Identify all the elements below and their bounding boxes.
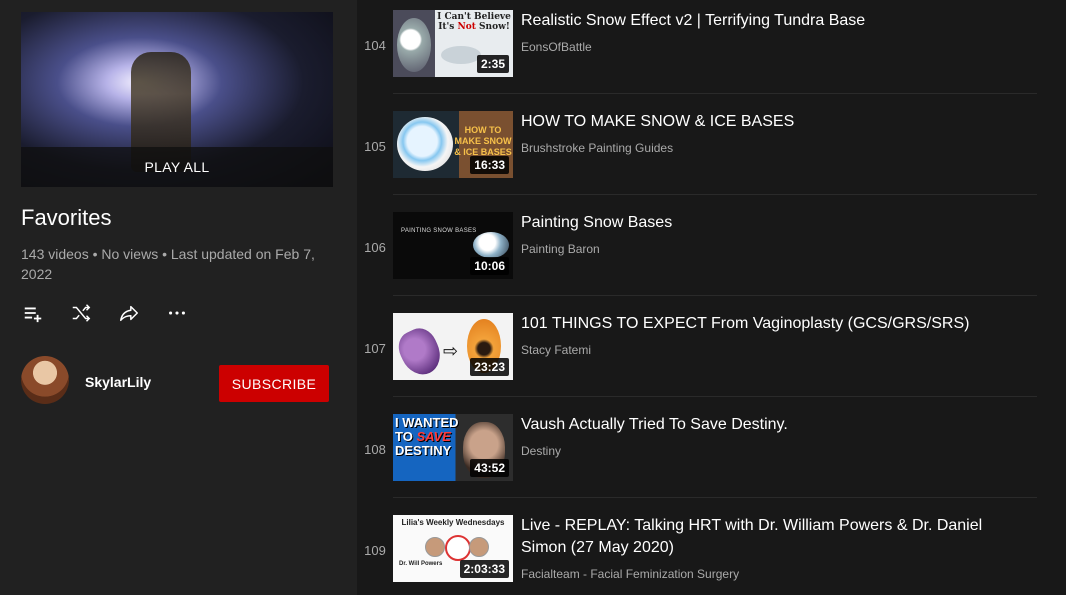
thumb-art bbox=[397, 18, 431, 72]
duration-badge: 2:35 bbox=[476, 55, 509, 73]
video-title[interactable]: Painting Snow Bases bbox=[521, 212, 1031, 234]
more-horizontal-icon[interactable] bbox=[165, 301, 189, 325]
thumb-art bbox=[441, 46, 481, 64]
video-index: 104 bbox=[364, 38, 386, 53]
channel-name[interactable]: Destiny bbox=[521, 444, 561, 458]
thumb-caption-line: I WANTED bbox=[395, 415, 459, 430]
list-item[interactable]: 108 I WANTED TO SAVE DESTINY 43:52 Vaush A… bbox=[357, 404, 1037, 505]
thumb-caption: I Can't Believe It's Not Snow! bbox=[435, 12, 513, 32]
list-item[interactable]: 104 I Can't Believe It's Not Snow! 2:35 R… bbox=[357, 0, 1037, 101]
video-thumbnail[interactable]: Lilia's Weekly Wednesdays Dr. Will Power… bbox=[393, 515, 513, 582]
video-thumbnail[interactable]: I WANTED TO SAVE DESTINY 43:52 bbox=[393, 414, 513, 481]
video-title[interactable]: Vaush Actually Tried To Save Destiny. bbox=[521, 414, 1031, 436]
thumb-art bbox=[397, 117, 453, 171]
thumb-caption-line: DESTINY bbox=[395, 443, 452, 458]
divider bbox=[393, 93, 1037, 94]
divider bbox=[393, 396, 1037, 397]
video-thumbnail[interactable]: I Can't Believe It's Not Snow! 2:35 bbox=[393, 10, 513, 77]
thumb-caption-highlight: SAVE bbox=[416, 429, 451, 444]
divider bbox=[393, 295, 1037, 296]
thumb-art bbox=[393, 323, 447, 380]
playlist-actions bbox=[21, 301, 213, 325]
avatar[interactable] bbox=[21, 356, 69, 404]
video-title[interactable]: Realistic Snow Effect v2 | Terrifying Tu… bbox=[521, 10, 1031, 32]
video-index: 108 bbox=[364, 442, 386, 457]
thumb-art bbox=[445, 535, 471, 561]
playlist-sidebar: PLAY ALL Favorites 143 videos • No views… bbox=[0, 0, 357, 595]
duration-badge: 10:06 bbox=[470, 257, 509, 275]
share-icon[interactable] bbox=[117, 301, 141, 325]
video-index: 107 bbox=[364, 341, 386, 356]
video-title[interactable]: Live - REPLAY: Talking HRT with Dr. Will… bbox=[521, 515, 1031, 559]
video-index: 106 bbox=[364, 240, 386, 255]
list-item[interactable]: 105 HOW TO MAKE SNOW & ICE BASES 16:33 H… bbox=[357, 101, 1037, 202]
channel-name[interactable]: Stacy Fatemi bbox=[521, 343, 591, 357]
list-item[interactable]: 107 ⇨ 23:23 101 THINGS TO EXPECT From Va… bbox=[357, 303, 1037, 404]
video-index: 109 bbox=[364, 543, 386, 558]
play-all-label: PLAY ALL bbox=[144, 159, 210, 175]
video-title[interactable]: HOW TO MAKE SNOW & ICE BASES bbox=[521, 111, 1031, 133]
thumb-caption-highlight: Not bbox=[457, 22, 476, 32]
duration-badge: 2:03:33 bbox=[459, 560, 509, 578]
video-index: 105 bbox=[364, 139, 386, 154]
thumb-caption: HOW TO MAKE SNOW & ICE BASES bbox=[454, 125, 512, 157]
playlist-add-icon[interactable] bbox=[21, 301, 45, 325]
shuffle-icon[interactable] bbox=[69, 301, 93, 325]
channel-name[interactable]: Painting Baron bbox=[521, 242, 600, 256]
channel-name[interactable]: Facialteam - Facial Feminization Surgery bbox=[521, 567, 739, 581]
duration-badge: 43:52 bbox=[470, 459, 509, 477]
thumb-caption-line: I Can't Believe bbox=[437, 12, 511, 22]
duration-badge: 23:23 bbox=[470, 358, 509, 376]
playlist-stats: 143 videos • No views • Last updated on … bbox=[21, 246, 315, 282]
video-thumbnail[interactable]: ⇨ 23:23 bbox=[393, 313, 513, 380]
subscribe-button[interactable]: SUBSCRIBE bbox=[219, 365, 329, 402]
playlist-owner: SkylarLily SUBSCRIBE bbox=[21, 356, 333, 408]
play-all-button[interactable]: PLAY ALL bbox=[21, 147, 333, 187]
thumb-caption: I WANTED TO SAVE DESTINY bbox=[395, 416, 467, 458]
owner-name[interactable]: SkylarLily bbox=[85, 374, 151, 390]
playlist-thumbnail[interactable]: PLAY ALL bbox=[21, 12, 333, 187]
thumb-art bbox=[425, 537, 445, 557]
playlist-video-list: 104 I Can't Believe It's Not Snow! 2:35 R… bbox=[357, 0, 1066, 595]
list-item[interactable]: 106 PAINTING SNOW BASES 10:06 Painting S… bbox=[357, 202, 1037, 303]
thumb-caption-line: TO bbox=[395, 429, 417, 444]
channel-name[interactable]: Brushstroke Painting Guides bbox=[521, 141, 673, 155]
channel-name[interactable]: EonsOfBattle bbox=[521, 40, 592, 54]
list-item[interactable]: 109 Lilia's Weekly Wednesdays Dr. Will P… bbox=[357, 505, 1037, 595]
divider bbox=[393, 194, 1037, 195]
thumb-caption: Lilia's Weekly Wednesdays bbox=[401, 518, 505, 527]
video-thumbnail[interactable]: HOW TO MAKE SNOW & ICE BASES 16:33 bbox=[393, 111, 513, 178]
video-title[interactable]: 101 THINGS TO EXPECT From Vaginoplasty (… bbox=[521, 313, 1031, 335]
playlist-title: Favorites bbox=[21, 205, 112, 230]
thumb-art bbox=[469, 537, 489, 557]
video-thumbnail[interactable]: PAINTING SNOW BASES 10:06 bbox=[393, 212, 513, 279]
arrow-icon: ⇨ bbox=[443, 341, 459, 361]
thumb-caption: PAINTING SNOW BASES bbox=[401, 228, 477, 234]
duration-badge: 16:33 bbox=[470, 156, 509, 174]
thumb-caption-line: It's bbox=[438, 22, 458, 32]
thumb-art bbox=[473, 232, 509, 258]
thumb-caption-line: Snow! bbox=[475, 22, 510, 32]
divider bbox=[393, 497, 1037, 498]
thumb-caption: Dr. Will Powers bbox=[399, 561, 443, 567]
